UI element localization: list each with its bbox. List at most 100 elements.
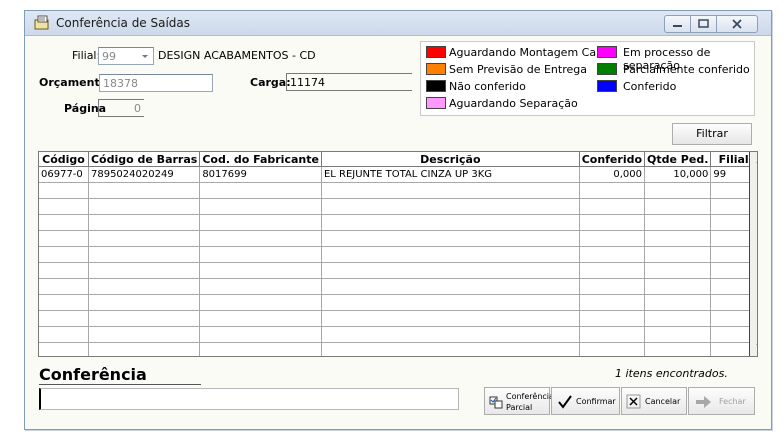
table-cell	[88, 246, 201, 263]
table-cell	[199, 198, 322, 215]
legend-label: Conferido	[623, 80, 677, 93]
table-cell	[644, 262, 712, 279]
filter-button[interactable]: Filtrar	[672, 123, 752, 145]
table-cell	[88, 310, 201, 327]
vertical-scrollbar[interactable]	[749, 152, 758, 356]
table-cell	[644, 214, 712, 231]
table-row[interactable]	[39, 342, 757, 356]
table-header-row: Código Código de Barras Cod. do Fabrican…	[39, 152, 757, 167]
app-icon	[34, 15, 49, 30]
table-cell	[321, 294, 580, 311]
orcamento-field[interactable]: 18378	[99, 74, 213, 92]
table-cell	[39, 278, 89, 295]
table-cell	[579, 342, 646, 356]
legend-swatch-blue	[597, 80, 617, 92]
table-cell	[579, 278, 646, 295]
column-header[interactable]: Código	[39, 152, 89, 167]
legend-swatch-black	[426, 80, 446, 92]
table-cell	[39, 214, 89, 231]
cancel-label: Cancelar	[645, 397, 681, 406]
table-cell	[199, 246, 322, 263]
table-cell	[199, 342, 322, 356]
carga-field[interactable]: 11174	[286, 73, 412, 91]
close-window-button[interactable]	[716, 15, 758, 33]
column-header[interactable]: Qtde Ped.	[644, 152, 712, 167]
table-cell	[199, 294, 322, 311]
table-cell	[321, 326, 580, 343]
items-found-status: 1 itens encontrados.	[615, 367, 728, 380]
table-cell	[39, 326, 89, 343]
table-row[interactable]	[39, 198, 757, 215]
table-cell	[644, 230, 712, 247]
table-cell	[579, 198, 646, 215]
table-row[interactable]	[39, 182, 757, 199]
column-header[interactable]: Descrição	[321, 152, 580, 167]
table-cell	[321, 310, 580, 327]
table-row[interactable]	[39, 310, 757, 327]
table-cell	[39, 310, 89, 327]
conferencia-saidas-window: Conferência de Saídas Filial: 99 DESIGN …	[24, 10, 772, 430]
table-cell: 0,000	[579, 166, 646, 183]
items-grid: Código Código de Barras Cod. do Fabrican…	[38, 151, 758, 357]
table-cell	[321, 278, 580, 295]
table-cell	[199, 262, 322, 279]
table-cell	[88, 262, 201, 279]
legend-swatch-orange	[426, 63, 446, 75]
table-row[interactable]	[39, 246, 757, 263]
table-cell	[39, 198, 89, 215]
partial-line2: Parcial	[506, 403, 533, 412]
table-cell	[199, 326, 322, 343]
table-row[interactable]: 06977-0 7895024020249 8017699 EL REJUNTE TO…	[39, 166, 757, 183]
table-row[interactable]	[39, 326, 757, 343]
table-cell	[321, 182, 580, 199]
table-cell	[321, 246, 580, 263]
table-cell: EL REJUNTE TOTAL CINZA UP 3KG	[321, 166, 580, 183]
table-cell	[88, 214, 201, 231]
scroll-down-icon[interactable]	[751, 338, 758, 354]
carga-label: Carga:	[250, 76, 291, 89]
chevron-down-icon	[142, 55, 148, 58]
minimize-icon	[673, 25, 682, 27]
close-button[interactable]: Fechar	[688, 387, 755, 415]
column-header[interactable]: Conferido	[579, 152, 646, 167]
table-cell	[88, 182, 201, 199]
legend-label: Aguardando Montagem Carga	[449, 46, 615, 59]
scroll-up-icon[interactable]	[751, 153, 758, 169]
table-cell	[199, 278, 322, 295]
table-cell	[88, 278, 201, 295]
table-cell	[321, 342, 580, 356]
table-cell	[88, 342, 201, 356]
table-cell	[579, 182, 646, 199]
table-cell	[644, 198, 712, 215]
column-header[interactable]: Código de Barras	[88, 152, 201, 167]
partial-check-icon	[489, 396, 503, 409]
table-cell	[579, 246, 646, 263]
pagina-field[interactable]: 0	[98, 99, 144, 117]
table-cell	[321, 262, 580, 279]
table-row[interactable]	[39, 230, 757, 247]
table-cell	[579, 294, 646, 311]
cancel-x-icon	[626, 394, 641, 409]
maximize-button[interactable]	[690, 15, 717, 33]
filial-select[interactable]: 99	[98, 47, 154, 65]
legend-label: Aguardando Separação	[449, 97, 578, 110]
table-cell	[39, 230, 89, 247]
table-cell	[88, 294, 201, 311]
table-cell	[644, 294, 712, 311]
confirm-button[interactable]: Confirmar	[551, 387, 620, 415]
minimize-button[interactable]	[664, 15, 691, 33]
checkmark-icon	[558, 395, 572, 409]
conferencia-title: Conferência	[39, 365, 147, 384]
table-cell	[579, 310, 646, 327]
table-row[interactable]	[39, 278, 757, 295]
table-cell	[199, 214, 322, 231]
table-cell	[644, 278, 712, 295]
table-row[interactable]	[39, 262, 757, 279]
cancel-button[interactable]: Cancelar	[621, 387, 687, 415]
table-row[interactable]	[39, 294, 757, 311]
table-row[interactable]	[39, 214, 757, 231]
barcode-input[interactable]	[39, 388, 459, 410]
column-header[interactable]: Cod. do Fabricante	[199, 152, 322, 167]
partial-conferencia-button[interactable]: Conferência Parcial	[484, 387, 554, 415]
table-cell	[644, 310, 712, 327]
